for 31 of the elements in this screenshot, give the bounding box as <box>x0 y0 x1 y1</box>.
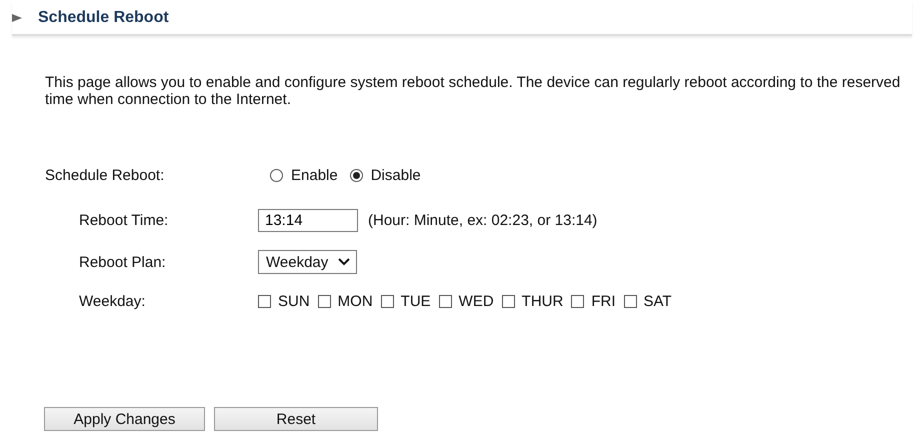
day-label: FRI <box>591 292 616 310</box>
field-label: Reboot Plan: <box>78 254 167 270</box>
day-checkbox[interactable] <box>438 294 452 308</box>
radio-label: Enable <box>291 166 338 184</box>
apply-button[interactable]: Apply Changes <box>44 407 205 431</box>
field-label: Weekday: <box>78 292 146 310</box>
page-title: Schedule Reboot <box>38 9 169 27</box>
day-checkbox[interactable] <box>318 294 331 308</box>
field-label: Schedule Reboot: <box>44 166 166 184</box>
description: This page allows you to enable and configure system reboot schedule. The device can regularly reboot according to the reserved time when connection to the Internet. <box>45 74 902 108</box>
day-checkbox[interactable] <box>380 294 394 308</box>
day-label: WED <box>458 292 494 310</box>
reset-button[interactable]: Reset <box>214 407 378 431</box>
radio-label: Disable <box>370 166 421 184</box>
day-checkbox[interactable] <box>571 294 584 308</box>
day-checkbox[interactable] <box>502 294 515 308</box>
radio-button[interactable] <box>350 168 363 182</box>
day-label: TUE <box>400 292 431 310</box>
hint-text: (Hour: Minute, ex: 02:23, or 13:14) <box>368 212 598 228</box>
day-label: MON <box>338 292 373 310</box>
day-checkbox[interactable] <box>624 294 637 308</box>
day-label: SUN <box>278 292 310 310</box>
field-label: Reboot Time: <box>78 212 170 228</box>
day-checkbox[interactable] <box>258 294 271 308</box>
plan-dropdown[interactable]: Weekday <box>258 250 358 274</box>
radio-button[interactable] <box>270 168 283 182</box>
time-input[interactable]: 13:14 <box>258 208 358 232</box>
day-label: THUR <box>522 292 564 310</box>
triangle-icon <box>12 14 22 22</box>
chevron-icon <box>338 258 350 266</box>
day-label: SAT <box>644 292 672 310</box>
